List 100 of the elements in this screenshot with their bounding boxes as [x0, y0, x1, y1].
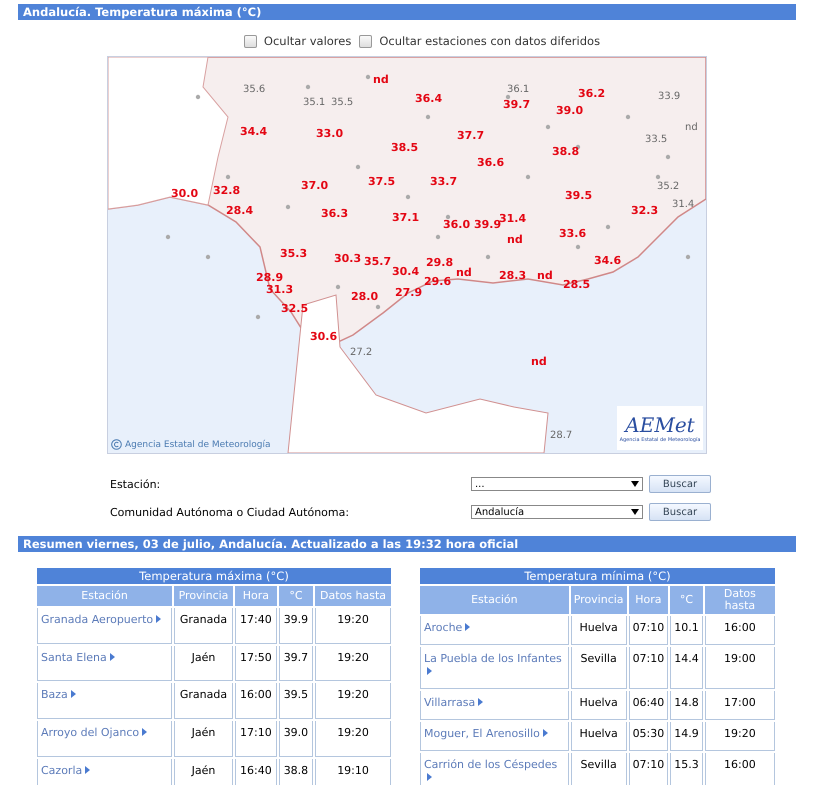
checkbox-label[interactable]: Ocultar estaciones con datos diferidos: [379, 34, 600, 48]
table-cell: 19:20: [704, 722, 775, 751]
map-value: nd: [537, 270, 553, 282]
table-cell: Jaén: [174, 759, 233, 785]
search-button[interactable]: Buscar: [649, 503, 711, 521]
table-cell: Sevilla: [570, 647, 627, 689]
table-title: Temperatura mínima (°C): [420, 568, 775, 584]
table-cell: 19:20: [315, 608, 391, 644]
map-value: 31.4: [499, 213, 526, 225]
table-title: Temperatura máxima (°C): [37, 568, 391, 584]
caret-icon: [85, 766, 90, 774]
map-value: 37.1: [392, 212, 420, 224]
map-value: 28.0: [351, 291, 378, 303]
column-header: Estación: [420, 586, 569, 614]
map-value: 29.6: [424, 276, 452, 288]
table-cell: 15.3: [670, 753, 703, 785]
table-cell: 07:10: [628, 616, 668, 645]
caret-icon: [478, 698, 484, 706]
table-cell: Huelva: [570, 722, 627, 751]
map-value: 36.4: [415, 93, 442, 105]
table-cell: 16:40: [234, 759, 277, 785]
map-value: 36.0: [443, 219, 470, 231]
table-cell: Huelva: [570, 691, 627, 720]
map-value: 31.4: [672, 199, 694, 211]
map-value: 36.6: [477, 157, 504, 169]
station-link[interactable]: Carrión de los Céspedes: [424, 758, 558, 784]
table-cell: 17:40: [234, 608, 277, 644]
column-header: Hora: [628, 586, 668, 614]
table-cell: 14.4: [670, 647, 703, 689]
table-cell: 17:00: [704, 691, 775, 720]
table-cell: 05:30: [628, 722, 668, 751]
map-value: 33.5: [645, 134, 668, 146]
column-header: Hora: [234, 586, 277, 606]
table-cell: 39.7: [278, 646, 314, 682]
dropdown-caret-icon: [631, 509, 639, 515]
map-value: 39.7: [503, 99, 530, 111]
map-value: 38.8: [552, 146, 580, 158]
station-link[interactable]: Baza: [41, 688, 76, 702]
table-cell: Sevilla: [570, 753, 627, 785]
map-value: 39.5: [565, 190, 592, 202]
station-link[interactable]: Arroyo del Ojanco: [41, 726, 148, 740]
search-button[interactable]: Buscar: [649, 475, 711, 493]
caret-icon: [427, 773, 432, 781]
map-value: 37.0: [301, 180, 328, 192]
table-cell: 39.0: [278, 721, 314, 758]
table-cell: 16:00: [234, 683, 277, 720]
checkbox[interactable]: [244, 34, 257, 48]
map-value: nd: [531, 356, 547, 368]
section-title-bar: Andalucía. Temperatura máxima (°C): [18, 4, 796, 20]
map-value: 28.4: [226, 205, 254, 217]
table-cell: 17:10: [234, 721, 277, 758]
map-value: 30.6: [310, 331, 338, 343]
table-cell: 19:20: [315, 646, 391, 682]
table-cell: Granada: [174, 608, 233, 644]
caret-icon: [427, 667, 432, 675]
column-header: °C: [278, 586, 314, 606]
column-header: Datos hasta: [315, 586, 391, 606]
column-header: Provincia: [174, 586, 233, 606]
checkbox[interactable]: [359, 34, 372, 48]
map-value: 39.0: [556, 105, 584, 117]
table-cell: 19:20: [315, 721, 391, 758]
table-cell: Huelva: [570, 616, 627, 645]
summary-title-bar: Resumen viernes, 03 de julio, Andalucía. Actualizado a las 19:32 hora oficial: [18, 536, 796, 552]
station-link[interactable]: Granada Aeropuerto: [41, 612, 162, 626]
table-cell: 19:00: [704, 647, 775, 689]
table-cell: 14.9: [670, 722, 703, 751]
checkbox-label[interactable]: Ocultar valores: [264, 34, 352, 48]
table-cell: Jaén: [174, 721, 233, 758]
table-cell: 39.9: [278, 608, 314, 644]
table-cell: 06:40: [628, 691, 668, 720]
station-link[interactable]: Villarrasa: [424, 696, 484, 709]
caret-icon: [142, 728, 148, 736]
table-cell: 07:10: [628, 753, 668, 785]
map-value: 32.3: [631, 205, 658, 217]
caret-icon: [542, 729, 548, 737]
table-cell: Jaén: [174, 646, 233, 682]
station-link[interactable]: Aroche: [424, 621, 470, 634]
table-cell: 10.1: [670, 616, 703, 645]
map-value: 35.1: [303, 97, 326, 109]
map-value: 27.2: [350, 347, 372, 359]
column-header: °C: [670, 586, 703, 614]
select-field[interactable]: Andalucía: [471, 505, 643, 519]
map-value: 28.7: [550, 430, 572, 442]
station-link[interactable]: Cazorla: [41, 764, 90, 778]
map-value: 33.0: [316, 128, 344, 140]
table-cell: 17:50: [234, 646, 277, 682]
map-value: 27.9: [395, 287, 422, 299]
station-link[interactable]: Santa Elena: [41, 650, 115, 664]
map-value: 31.3: [266, 284, 294, 296]
map-value: 34.4: [240, 126, 268, 138]
station-link[interactable]: La Puebla de los Infantes: [424, 652, 562, 678]
select-field[interactable]: ...: [471, 477, 643, 491]
table-cell: 14.8: [670, 691, 703, 720]
field-label: Comunidad Autónoma o Ciudad Autónoma:: [110, 506, 350, 518]
column-header: Provincia: [570, 586, 627, 614]
map-value: 38.5: [391, 142, 418, 154]
map-value: 28.5: [563, 279, 590, 291]
station-link[interactable]: Moguer, El Arenosillo: [424, 727, 548, 740]
column-header: Estación: [37, 586, 172, 606]
map-value: nd: [685, 122, 698, 134]
